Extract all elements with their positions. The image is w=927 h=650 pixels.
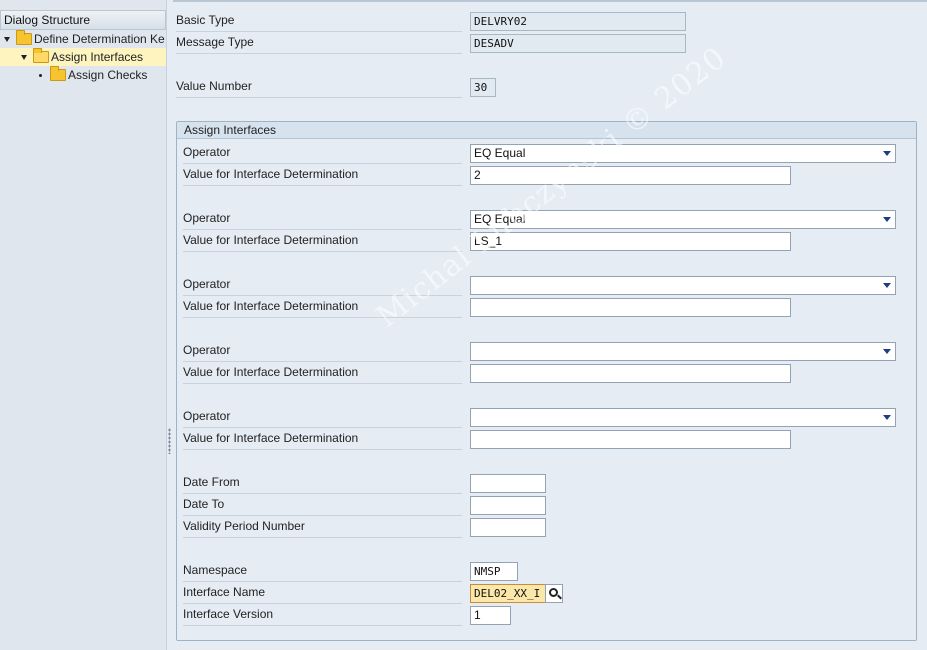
value-label: Value for Interface Determination xyxy=(183,428,462,450)
tree-item-define-determination-key[interactable]: Define Determination Ke xyxy=(0,30,166,48)
message-type-label: Message Type xyxy=(176,32,462,54)
chevron-down-icon[interactable] xyxy=(883,151,891,156)
interface-name-field[interactable]: DEL02_XX_I xyxy=(470,584,546,603)
value-number-field[interactable]: 30 xyxy=(470,78,496,97)
folder-icon xyxy=(16,30,32,45)
interface-value-field[interactable] xyxy=(470,298,791,317)
operator-dropdown[interactable] xyxy=(470,408,896,427)
dialog-structure-header: Dialog Structure xyxy=(0,10,166,30)
tree-item-label: Define Determination Ke xyxy=(34,32,165,46)
basic-type-label: Basic Type xyxy=(176,10,462,32)
date-to-label: Date To xyxy=(183,494,462,516)
date-from-label: Date From xyxy=(183,472,462,494)
dialog-structure-panel: Dialog Structure Define Determination Ke… xyxy=(0,0,167,650)
value-label: Value for Interface Determination xyxy=(183,164,462,186)
interface-version-label: Interface Version xyxy=(183,604,462,626)
value-label: Value for Interface Determination xyxy=(183,230,462,252)
tree-item-assign-interfaces[interactable]: Assign Interfaces xyxy=(0,48,166,66)
operator-label: Operator xyxy=(183,340,462,362)
operator-dropdown[interactable] xyxy=(470,276,896,295)
operator-label: Operator xyxy=(183,142,462,164)
tree-item-label: Assign Checks xyxy=(68,68,148,82)
tree-item-label: Assign Interfaces xyxy=(51,50,144,64)
bullet-icon xyxy=(39,74,42,77)
operator-dropdown[interactable] xyxy=(470,342,896,361)
panel-splitter[interactable] xyxy=(167,0,173,650)
operator-value: EQ Equal xyxy=(474,146,526,160)
operator-label: Operator xyxy=(183,208,462,230)
top-divider xyxy=(173,0,927,2)
date-to-field[interactable] xyxy=(470,496,546,515)
group-title: Assign Interfaces xyxy=(177,122,916,139)
chevron-down-icon[interactable] xyxy=(883,217,891,222)
value-label: Value for Interface Determination xyxy=(183,362,462,384)
operator-label: Operator xyxy=(183,406,462,428)
validity-period-label: Validity Period Number xyxy=(183,516,462,538)
search-icon-handle xyxy=(557,594,562,600)
splitter-grip-icon[interactable] xyxy=(168,428,171,454)
message-type-field[interactable]: DESADV xyxy=(470,34,686,53)
basic-type-field[interactable]: DELVRY02 xyxy=(470,12,686,31)
chevron-down-icon[interactable] xyxy=(883,415,891,420)
interface-name-label: Interface Name xyxy=(183,582,462,604)
folder-open-icon xyxy=(33,48,49,63)
operator-dropdown[interactable]: EQ Equal xyxy=(470,144,896,163)
interface-value-field[interactable]: 2 xyxy=(470,166,791,185)
date-from-field[interactable] xyxy=(470,474,546,493)
search-help-button[interactable] xyxy=(545,584,563,603)
interface-version-field[interactable]: 1 xyxy=(470,606,511,625)
interface-value-field[interactable] xyxy=(470,364,791,383)
value-number-label: Value Number xyxy=(176,76,462,98)
validity-period-field[interactable] xyxy=(470,518,546,537)
namespace-label: Namespace xyxy=(183,560,462,582)
chevron-down-icon[interactable] xyxy=(883,283,891,288)
expand-caret-icon[interactable] xyxy=(21,55,27,60)
interface-value-field[interactable] xyxy=(470,430,791,449)
folder-icon xyxy=(50,66,66,81)
expand-caret-icon[interactable] xyxy=(4,37,10,42)
chevron-down-icon[interactable] xyxy=(883,349,891,354)
tree-item-assign-checks[interactable]: Assign Checks xyxy=(0,66,166,84)
namespace-field[interactable]: NMSP xyxy=(470,562,518,581)
